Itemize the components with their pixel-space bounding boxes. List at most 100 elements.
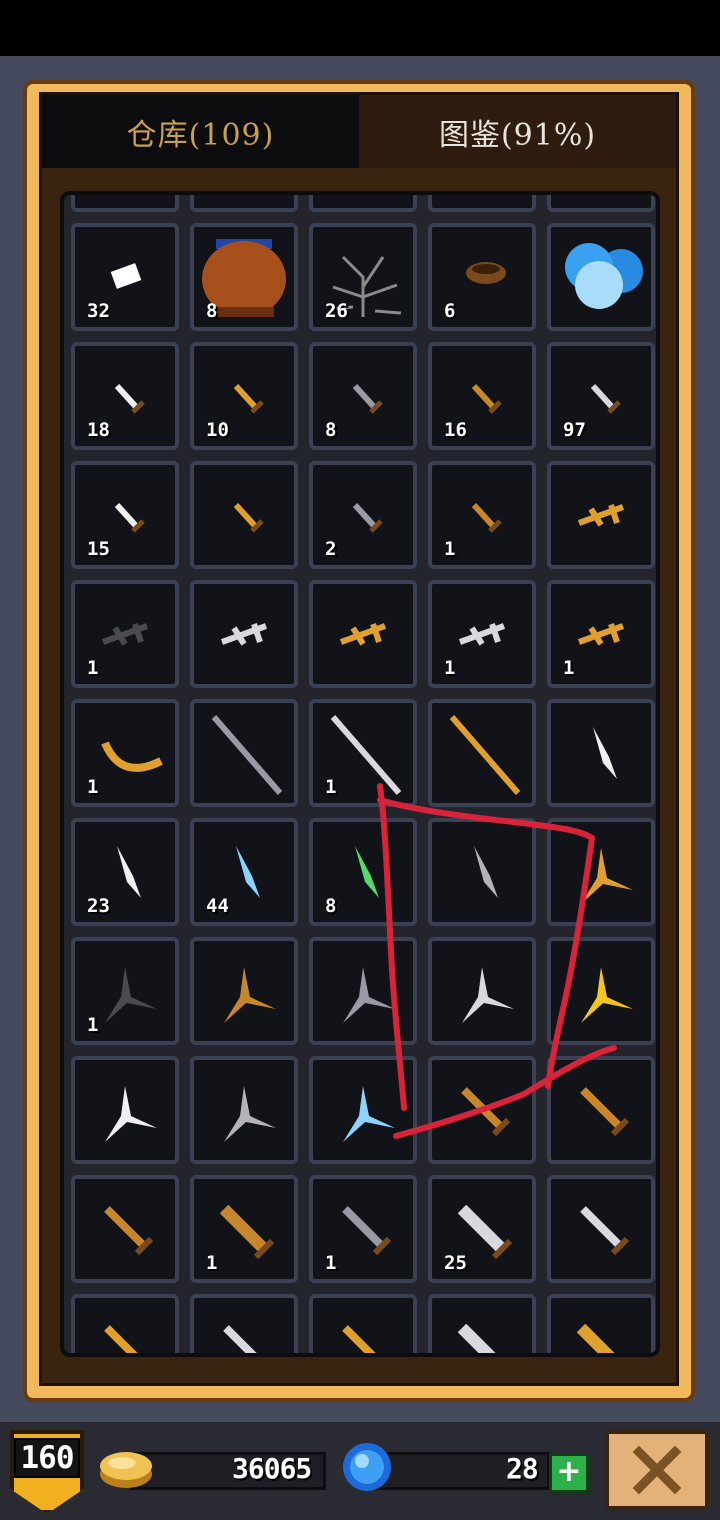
inventory-slot[interactable] <box>547 1175 655 1283</box>
item-count: 1 <box>87 657 99 679</box>
inventory-slot[interactable]: 23 <box>71 818 179 926</box>
inventory-slot[interactable] <box>547 1294 655 1353</box>
inventory-slot[interactable]: 1 <box>71 699 179 807</box>
inventory-slot[interactable] <box>190 937 298 1045</box>
inventory-slot[interactable] <box>428 1056 536 1164</box>
white-blade-icon <box>593 727 617 779</box>
item-count: 1 <box>444 657 456 679</box>
tab-warehouse[interactable]: 仓库(109) <box>42 95 359 168</box>
inventory-slot[interactable]: 15 <box>71 461 179 569</box>
white-shuriken-icon <box>105 1086 157 1142</box>
inventory-slot[interactable] <box>547 937 655 1045</box>
inventory-slot[interactable] <box>71 1175 179 1283</box>
inventory-slot[interactable]: 8 <box>190 223 298 331</box>
item-count: 1 <box>87 776 99 798</box>
inventory-slot[interactable] <box>309 580 417 688</box>
item-count: 18 <box>87 419 110 441</box>
inventory-slot[interactable] <box>190 699 298 807</box>
inventory-window: 仓库(109) 图鉴(91%) 32 8 26 6 18 10 8 16 97 15 2 1 1 1 1 1 1… <box>23 80 695 1402</box>
inventory-slot[interactable] <box>309 1056 417 1164</box>
gold-shuriken-icon <box>581 848 633 904</box>
item-count: 16 <box>444 419 467 441</box>
gold-broadsword-icon <box>576 1323 615 1353</box>
yellow-shuriken-icon <box>581 967 633 1023</box>
inventory-slot[interactable] <box>547 461 655 569</box>
inventory-slot[interactable] <box>428 818 536 926</box>
item-partial <box>75 191 175 208</box>
inventory-slot[interactable]: 1 <box>71 937 179 1045</box>
inventory-slot[interactable] <box>190 580 298 688</box>
player-level: 160 <box>14 1438 80 1478</box>
item-count: 15 <box>87 538 110 560</box>
inventory-slot[interactable]: 1 <box>428 580 536 688</box>
add-gems-button[interactable]: + <box>549 1453 589 1493</box>
inventory-slot[interactable] <box>190 1056 298 1164</box>
inventory-slot[interactable] <box>190 191 298 212</box>
inventory-slot[interactable] <box>309 1294 417 1353</box>
inventory-slot[interactable] <box>547 699 655 807</box>
inventory-slot[interactable] <box>547 1056 655 1164</box>
gold-coin-icon <box>100 1452 152 1488</box>
gold-sword-icon <box>342 1325 376 1353</box>
status-bar <box>0 0 720 56</box>
inventory-slot[interactable]: 26 <box>309 223 417 331</box>
inventory-slot[interactable]: 1 <box>547 580 655 688</box>
item-count: 6 <box>444 300 456 322</box>
inventory-slot[interactable] <box>190 461 298 569</box>
inventory-slot[interactable]: 16 <box>428 342 536 450</box>
short-dagger-gold-icon <box>233 502 264 533</box>
inventory-slot[interactable]: 1 <box>190 1175 298 1283</box>
inventory-slot[interactable]: 8 <box>309 342 417 450</box>
golden-staff-icon <box>449 715 521 795</box>
inventory-slot[interactable] <box>71 191 179 212</box>
close-button[interactable] <box>605 1430 709 1510</box>
inventory-slot[interactable] <box>71 1056 179 1164</box>
silver-shuriken-icon <box>462 967 514 1023</box>
inventory-slot[interactable]: 18 <box>71 342 179 450</box>
coin-amount: 36065 <box>232 1452 312 1485</box>
currency-bar: 160 36065 28 + <box>0 1422 720 1520</box>
inventory-slot[interactable]: 44 <box>190 818 298 926</box>
item-grid-panel[interactable]: 32 8 26 6 18 10 8 16 97 15 2 1 1 1 1 1 1 23 44 8 1 1 1 25 <box>60 191 660 1357</box>
inventory-slot[interactable]: 25 <box>428 1175 536 1283</box>
item-count: 8 <box>325 895 337 917</box>
inventory-slot[interactable] <box>547 818 655 926</box>
inventory-slot[interactable] <box>428 191 536 212</box>
inventory-slot[interactable]: 1 <box>428 461 536 569</box>
item-partial <box>194 191 294 208</box>
inventory-slot[interactable]: 1 <box>309 1175 417 1283</box>
blue-slime-icon <box>565 243 643 309</box>
item-count: 8 <box>325 419 337 441</box>
inventory-slot[interactable] <box>428 1294 536 1353</box>
wooden-sword-icon <box>104 1206 154 1256</box>
item-partial <box>313 191 413 208</box>
iron-spear-icon <box>211 715 283 795</box>
gem-amount: 28 <box>506 1452 539 1485</box>
silver-sword-icon <box>580 1206 630 1256</box>
item-count: 8 <box>206 300 218 322</box>
inventory-slot[interactable]: 97 <box>547 342 655 450</box>
grey-shuriken-icon <box>224 1086 276 1142</box>
bronze-shortsword-icon <box>461 1087 511 1137</box>
inventory-slot[interactable]: 8 <box>309 818 417 926</box>
inventory-slot[interactable]: 1 <box>309 699 417 807</box>
item-count: 1 <box>87 1014 99 1036</box>
item-partial <box>432 191 532 208</box>
tab-codex[interactable]: 图鉴(91%) <box>359 95 676 168</box>
inventory-slot[interactable] <box>309 937 417 1045</box>
inventory-slot[interactable] <box>547 195 655 212</box>
item-count: 1 <box>325 1252 337 1274</box>
inventory-slot[interactable]: 10 <box>190 342 298 450</box>
inventory-slot[interactable] <box>309 191 417 212</box>
inventory-slot[interactable]: 6 <box>428 223 536 331</box>
inventory-slot[interactable] <box>71 1294 179 1353</box>
inventory-slot[interactable] <box>428 937 536 1045</box>
inventory-slot[interactable]: 1 <box>71 580 179 688</box>
inventory-slot[interactable]: 2 <box>309 461 417 569</box>
inventory-slot[interactable] <box>428 699 536 807</box>
inventory-slot[interactable]: 32 <box>71 223 179 331</box>
gold-sai-icon <box>577 504 625 527</box>
inventory-slot[interactable] <box>190 1294 298 1353</box>
inventory-slot[interactable] <box>547 223 655 331</box>
item-count: 1 <box>444 538 456 560</box>
